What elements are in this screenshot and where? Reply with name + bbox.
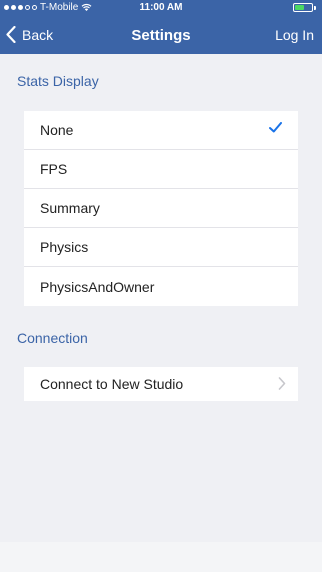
option-fps[interactable]: FPS: [24, 150, 298, 189]
stats-display-header: Stats Display: [17, 73, 99, 89]
log-in-button[interactable]: Log In: [275, 27, 314, 43]
top-bar: T-Mobile 11:00 AM Back Settings Log In: [0, 0, 322, 54]
checkmark-icon: [269, 122, 282, 133]
option-label: Physics: [40, 239, 89, 255]
option-label: Summary: [40, 200, 100, 216]
status-bar: T-Mobile 11:00 AM: [0, 0, 322, 18]
option-label: PhysicsAndOwner: [40, 278, 155, 295]
option-label: FPS: [40, 161, 68, 177]
battery-icon: [293, 3, 316, 12]
bottom-area: [0, 542, 322, 572]
chevron-right-icon: [278, 377, 286, 390]
option-summary[interactable]: Summary: [24, 189, 298, 228]
connection-list: Connect to New Studio: [24, 367, 298, 401]
status-time: 11:00 AM: [139, 2, 183, 13]
option-label: None: [40, 122, 74, 138]
stats-display-list: None FPS Summary Physics PhysicsAndOwner: [24, 111, 298, 306]
page-title: Settings: [131, 27, 191, 44]
row-label: Connect to New Studio: [40, 376, 184, 392]
navigation-bar: Back Settings Log In: [0, 18, 322, 54]
connection-header: Connection: [17, 330, 88, 346]
option-physics[interactable]: Physics: [24, 228, 298, 267]
connect-to-new-studio-row[interactable]: Connect to New Studio: [24, 367, 298, 401]
option-physics-and-owner[interactable]: PhysicsAndOwner: [24, 267, 298, 306]
option-none[interactable]: None: [24, 111, 298, 150]
